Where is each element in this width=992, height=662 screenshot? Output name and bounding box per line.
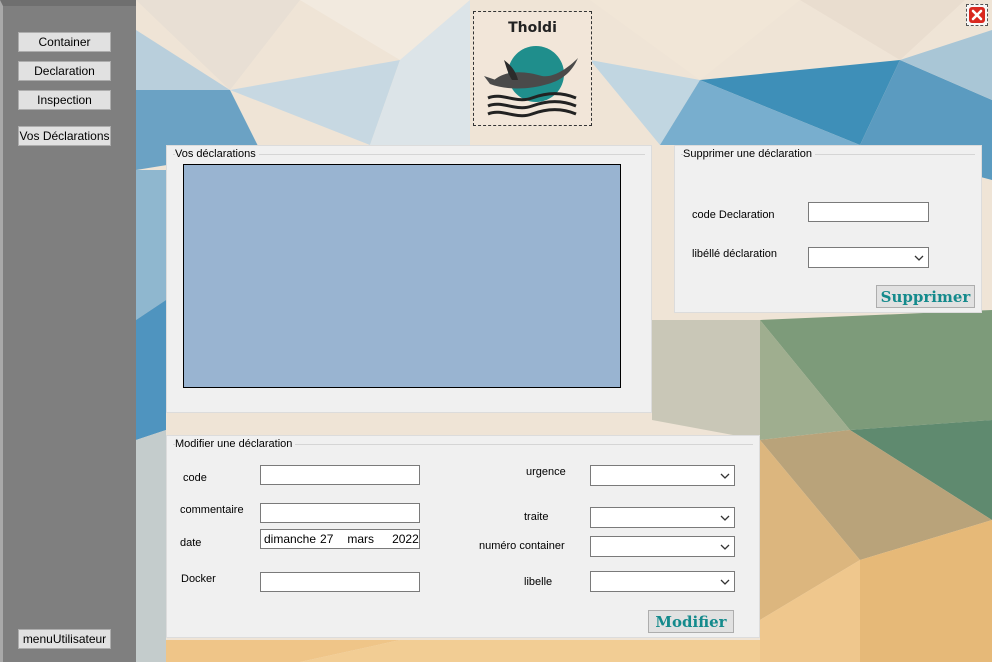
menu-utilisateur-button[interactable]: menuUtilisateur bbox=[18, 629, 111, 649]
supprimer-button-label: Supprimer bbox=[880, 287, 971, 306]
code-input[interactable] bbox=[260, 465, 420, 485]
sidebar-item-container[interactable]: Container bbox=[18, 32, 111, 52]
urgence-select[interactable] bbox=[590, 465, 735, 486]
declarations-group-title: Vos déclarations bbox=[175, 148, 259, 160]
edit-group-title: Modifier une déclaration bbox=[175, 438, 296, 450]
close-button[interactable] bbox=[966, 4, 988, 26]
supprimer-button[interactable]: Supprimer bbox=[876, 285, 975, 308]
modifier-button[interactable]: Modifier bbox=[648, 610, 734, 633]
modifier-button-label: Modifier bbox=[655, 612, 727, 631]
chevron-down-icon bbox=[720, 515, 730, 521]
date-year: 2022 bbox=[392, 532, 419, 546]
close-icon bbox=[969, 7, 985, 23]
libelle-declaration-label: libéllé déclaration bbox=[692, 248, 777, 260]
delete-group-title: Supprimer une déclaration bbox=[683, 148, 816, 160]
code-declaration-label: code Declaration bbox=[692, 209, 775, 221]
logo: Tholdi bbox=[473, 11, 592, 126]
logo-title: Tholdi bbox=[508, 20, 557, 36]
chevron-down-icon bbox=[914, 255, 924, 261]
chevron-down-icon bbox=[720, 473, 730, 479]
sidebar-item-label: Inspection bbox=[37, 93, 92, 107]
numero-container-select[interactable] bbox=[590, 536, 735, 557]
numero-container-label: numéro container bbox=[479, 540, 565, 552]
date-month: mars bbox=[347, 532, 375, 546]
libelle-label: libelle bbox=[524, 576, 553, 588]
sidebar-item-inspection[interactable]: Inspection bbox=[18, 90, 111, 110]
urgence-label: urgence bbox=[526, 466, 566, 478]
declarations-group: Vos déclarations bbox=[166, 145, 652, 413]
date-day: 27 bbox=[320, 532, 334, 546]
libelle-select[interactable] bbox=[590, 571, 735, 592]
sidebar-item-declaration[interactable]: Declaration bbox=[18, 61, 111, 81]
sidebar: Container Declaration Inspection Vos Déc… bbox=[0, 0, 136, 662]
sidebar-item-label: Declaration bbox=[34, 64, 95, 78]
code-declaration-input[interactable] bbox=[808, 202, 929, 222]
commentaire-label: commentaire bbox=[180, 504, 244, 516]
declarations-list[interactable] bbox=[183, 164, 621, 388]
chevron-down-icon bbox=[720, 579, 730, 585]
sidebar-item-vos-declarations[interactable]: Vos Déclarations bbox=[18, 126, 111, 146]
traite-select[interactable] bbox=[590, 507, 735, 528]
docker-input[interactable] bbox=[260, 572, 420, 592]
date-day-name: dimanche bbox=[264, 532, 317, 546]
libelle-declaration-select[interactable] bbox=[808, 247, 929, 268]
chevron-down-icon bbox=[720, 544, 730, 550]
delete-group: Supprimer une déclaration code Declarati… bbox=[674, 145, 982, 313]
commentaire-input[interactable] bbox=[260, 503, 420, 523]
edit-group: Modifier une déclaration code commentair… bbox=[166, 435, 760, 638]
code-label: code bbox=[183, 472, 207, 484]
docker-label: Docker bbox=[181, 573, 216, 585]
whale-logo-icon bbox=[484, 46, 578, 118]
menu-utilisateur-label: menuUtilisateur bbox=[22, 632, 107, 646]
date-label: date bbox=[180, 537, 202, 549]
traite-label: traite bbox=[524, 511, 549, 523]
sidebar-item-label: Vos Déclarations bbox=[19, 129, 110, 143]
sidebar-item-label: Container bbox=[38, 35, 91, 49]
date-picker[interactable]: dimanche 27 mars 2022 bbox=[260, 529, 420, 549]
